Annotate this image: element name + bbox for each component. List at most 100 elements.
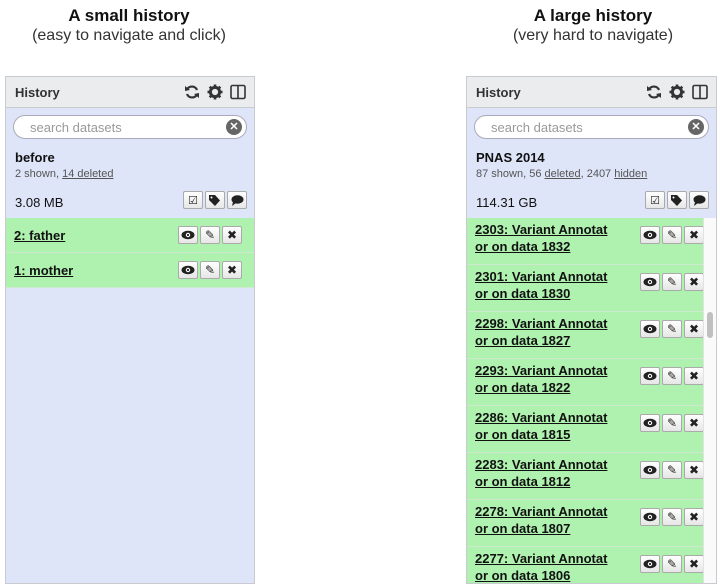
dataset-title[interactable]: 2303: Variant Annotat or on data 1832 xyxy=(475,221,615,255)
history-summary: 2 shown, 14 deleted xyxy=(15,168,113,180)
clear-search-icon[interactable]: ✕ xyxy=(226,119,242,135)
search-datasets-field[interactable]: ✕ xyxy=(474,115,709,139)
deleted-link[interactable]: 14 deleted xyxy=(62,168,113,180)
dataset-title[interactable]: 2298: Variant Annotat or on data 1827 xyxy=(475,315,615,349)
history-summary: 87 shown, 56 deleted, 2407 hidden xyxy=(476,168,647,180)
dataset-title-line2: or on data 1827 xyxy=(475,333,571,348)
refresh-icon[interactable] xyxy=(183,83,200,100)
dataset-title-line2: or on data 1812 xyxy=(475,474,571,489)
dataset-item: 2: father ✎ ✖ xyxy=(6,218,254,253)
caption-subtitle: (very hard to navigate) xyxy=(512,27,674,44)
comment-icon[interactable] xyxy=(227,191,247,209)
dataset-item: 2286: Variant Annotat or on data 1815 ✎ ✖ xyxy=(467,406,704,453)
eye-icon[interactable] xyxy=(640,320,660,338)
columns-icon[interactable] xyxy=(691,83,708,100)
search-input[interactable] xyxy=(28,119,212,136)
caption-title: A small history xyxy=(68,6,190,25)
columns-icon[interactable] xyxy=(229,83,246,100)
dataset-title-line1: 2283: Variant Annotat xyxy=(475,457,608,472)
history-panel-header: History xyxy=(6,77,254,108)
tags-icon[interactable] xyxy=(205,191,225,209)
deleted-link[interactable]: deleted xyxy=(545,168,581,180)
dataset-title-line1: 2298: Variant Annotat xyxy=(475,316,608,331)
hidden-link[interactable]: hidden xyxy=(614,168,647,180)
pencil-icon[interactable]: ✎ xyxy=(662,367,682,385)
pencil-icon[interactable]: ✎ xyxy=(662,226,682,244)
eye-icon[interactable] xyxy=(178,226,198,244)
close-icon[interactable]: ✖ xyxy=(684,367,704,385)
dataset-title-line2: or on data 1807 xyxy=(475,521,571,536)
close-icon[interactable]: ✖ xyxy=(684,414,704,432)
history-actions: ☑ xyxy=(183,191,247,209)
caption-subtitle: (easy to navigate and click) xyxy=(32,27,226,44)
clear-search-icon[interactable]: ✕ xyxy=(688,119,704,135)
dataset-title[interactable]: 2283: Variant Annotat or on data 1812 xyxy=(475,456,615,490)
history-size: 114.31 GB xyxy=(476,195,538,210)
eye-icon[interactable] xyxy=(640,555,660,573)
dataset-title[interactable]: 2286: Variant Annotat or on data 1815 xyxy=(475,409,615,443)
pencil-icon[interactable]: ✎ xyxy=(662,320,682,338)
dataset-item: 2277: Variant Annotat or on data 1806 ✎ ✖ xyxy=(467,547,704,583)
dataset-item: 2293: Variant Annotat or on data 1822 ✎ ✖ xyxy=(467,359,704,406)
dataset-item: 2301: Variant Annotat or on data 1830 ✎ ✖ xyxy=(467,265,704,312)
checkbox-icon[interactable]: ☑ xyxy=(645,191,665,209)
eye-icon[interactable] xyxy=(178,261,198,279)
caption-small-history: A small history (easy to navigate and cl… xyxy=(0,6,258,46)
comment-icon[interactable] xyxy=(689,191,709,209)
summary-separator: , 2407 xyxy=(580,168,615,180)
pencil-icon[interactable]: ✎ xyxy=(662,273,682,291)
scrollbar[interactable] xyxy=(703,218,716,583)
close-icon[interactable]: ✖ xyxy=(222,226,242,244)
history-name[interactable]: PNAS 2014 xyxy=(476,150,545,165)
pencil-icon[interactable]: ✎ xyxy=(662,555,682,573)
eye-icon[interactable] xyxy=(640,273,660,291)
pencil-icon[interactable]: ✎ xyxy=(200,226,220,244)
close-icon[interactable]: ✖ xyxy=(684,273,704,291)
search-input[interactable] xyxy=(489,119,673,136)
close-icon[interactable]: ✖ xyxy=(684,320,704,338)
pencil-icon[interactable]: ✎ xyxy=(662,508,682,526)
dataset-title-line1: 2277: Variant Annotat xyxy=(475,551,608,566)
close-icon[interactable]: ✖ xyxy=(684,555,704,573)
dataset-title-line2: or on data 1830 xyxy=(475,286,571,301)
history-panel-large: History ✕ PNAS 2014 87 shown, 56 deleted… xyxy=(466,76,717,584)
dataset-title-line2: or on data 1822 xyxy=(475,380,571,395)
dataset-title[interactable]: 2277: Variant Annotat or on data 1806 xyxy=(475,550,615,583)
shown-count: 87 shown, 56 xyxy=(476,168,545,180)
eye-icon[interactable] xyxy=(640,508,660,526)
eye-icon[interactable] xyxy=(640,461,660,479)
gear-icon[interactable] xyxy=(206,83,223,100)
dataset-title[interactable]: 2301: Variant Annotat or on data 1830 xyxy=(475,268,615,302)
pencil-icon[interactable]: ✎ xyxy=(662,414,682,432)
checkbox-icon[interactable]: ☑ xyxy=(183,191,203,209)
dataset-item: 1: mother ✎ ✖ xyxy=(6,253,254,288)
close-icon[interactable]: ✖ xyxy=(684,508,704,526)
dataset-title[interactable]: 2278: Variant Annotat or on data 1807 xyxy=(475,503,615,537)
close-icon[interactable]: ✖ xyxy=(222,261,242,279)
eye-icon[interactable] xyxy=(640,414,660,432)
eye-icon[interactable] xyxy=(640,226,660,244)
tags-icon[interactable] xyxy=(667,191,687,209)
pencil-icon[interactable]: ✎ xyxy=(200,261,220,279)
history-panel-title: History xyxy=(15,85,60,100)
scrollbar-thumb[interactable] xyxy=(707,312,713,338)
dataset-title-line1: 2303: Variant Annotat xyxy=(475,222,608,237)
dataset-title[interactable]: 2: father xyxy=(14,227,65,244)
dataset-list: 2303: Variant Annotat or on data 1832 ✎ ✖ 23… xyxy=(467,218,704,583)
history-name[interactable]: before xyxy=(15,150,55,165)
history-panel-small: History ✕ before 2 shown, 14 deleted 3.0… xyxy=(5,76,255,584)
close-icon[interactable]: ✖ xyxy=(684,226,704,244)
close-icon[interactable]: ✖ xyxy=(684,461,704,479)
dataset-title-line1: 2278: Variant Annotat xyxy=(475,504,608,519)
search-datasets-field[interactable]: ✕ xyxy=(13,115,247,139)
eye-icon[interactable] xyxy=(640,367,660,385)
dataset-title[interactable]: 2293: Variant Annotat or on data 1822 xyxy=(475,362,615,396)
dataset-title[interactable]: 1: mother xyxy=(14,262,73,279)
pencil-icon[interactable]: ✎ xyxy=(662,461,682,479)
history-panel-header: History xyxy=(467,77,716,108)
gear-icon[interactable] xyxy=(668,83,685,100)
history-size: 3.08 MB xyxy=(15,195,64,210)
refresh-icon[interactable] xyxy=(645,83,662,100)
dataset-item: 2283: Variant Annotat or on data 1812 ✎ ✖ xyxy=(467,453,704,500)
dataset-title-line1: 2293: Variant Annotat xyxy=(475,363,608,378)
